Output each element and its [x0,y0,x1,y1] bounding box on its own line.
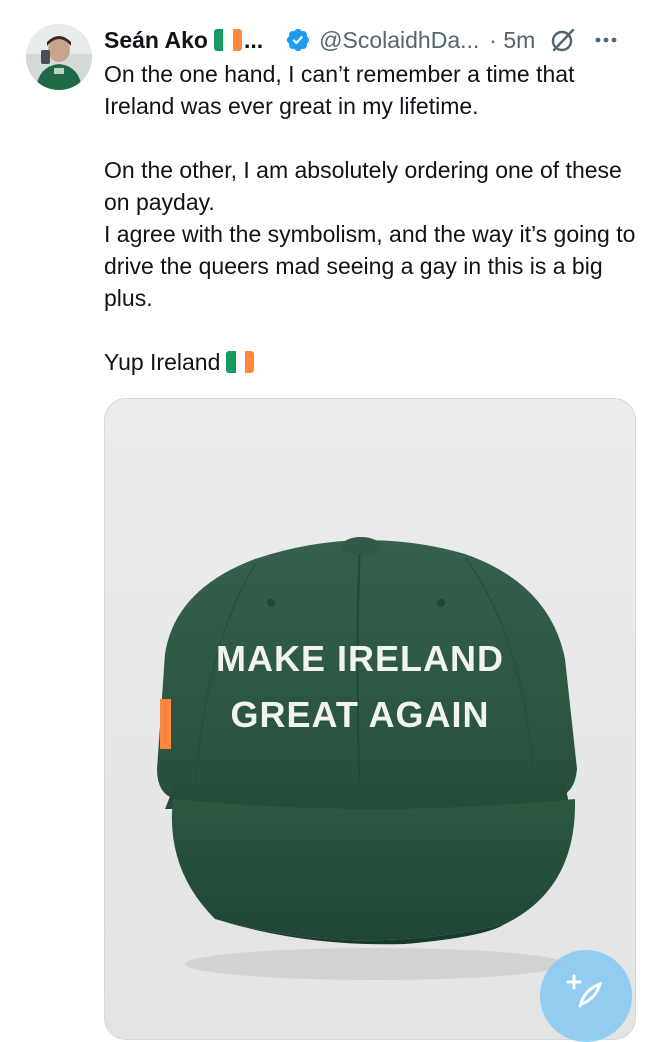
post-header: Seán Ako ... @ScolaidhDa... · 5m [104,22,650,58]
grok-icon[interactable] [549,26,577,54]
tweet[interactable]: Seán Ako ... @ScolaidhDa... · 5m On the … [0,0,662,1042]
post-timestamp[interactable]: · 5m [489,27,535,54]
more-options-icon[interactable] [593,27,619,53]
green-cap-image: MAKE IRELAND GREAT AGAIN [105,399,635,1039]
irish-flag-emoji [226,351,255,373]
cap-text-line-1: MAKE IRELAND [216,638,504,679]
post-text: On the one hand, I can’t remember a time… [104,58,644,378]
post-paragraph-2-line-1: On the other, I am absolutely ordering o… [104,157,622,215]
post-paragraph-1: On the one hand, I can’t remember a time… [104,61,575,119]
post-image[interactable]: MAKE IRELAND GREAT AGAIN [104,398,636,1040]
irish-flag-emoji [213,29,242,51]
compose-post-icon [566,974,603,1008]
author-handle[interactable]: @ScolaidhDa... [319,27,479,54]
post-paragraph-2-line-2: I agree with the symbolism, and the way … [104,221,636,311]
post-paragraph-3: Yup Ireland [104,346,644,378]
compose-post-button[interactable] [540,950,632,1042]
name-ellipsis: ... [243,26,264,53]
cap-text-line-2: GREAT AGAIN [231,694,490,735]
verified-badge-icon[interactable] [285,27,311,53]
author-name[interactable]: Seán Ako [104,27,208,54]
avatar-image [26,24,92,90]
post-paragraph-3-text: Yup Ireland [104,349,221,375]
avatar[interactable] [26,24,92,90]
